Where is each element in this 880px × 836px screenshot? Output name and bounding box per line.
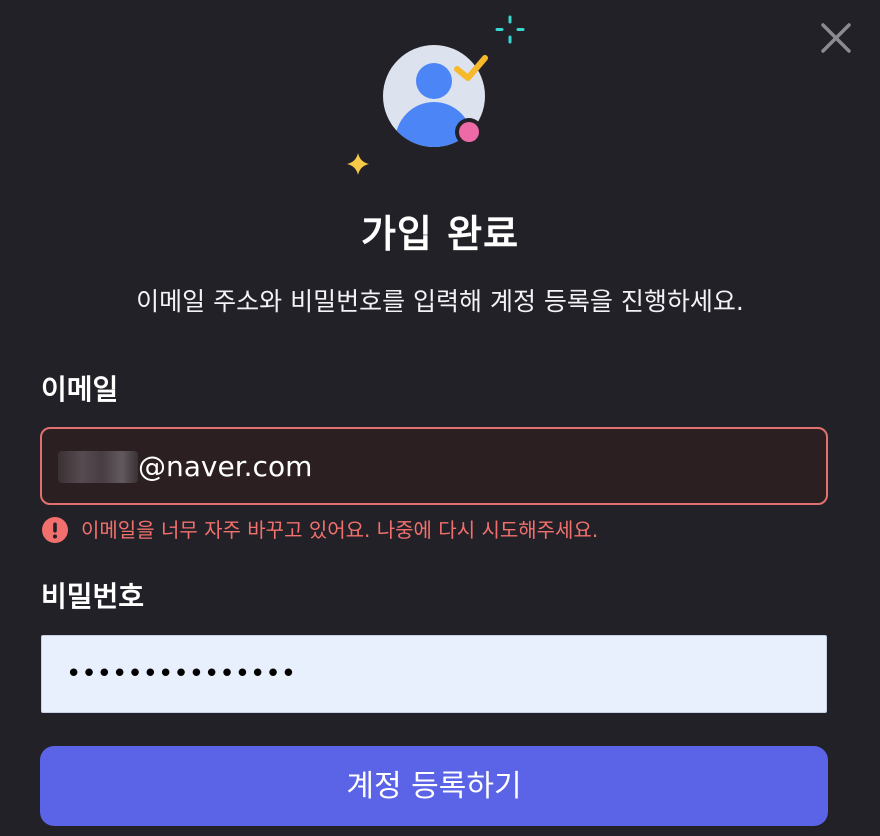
password-input[interactable]: •••••••••••••••: [41, 635, 827, 713]
password-masked-value: •••••••••••••••: [66, 659, 297, 689]
dialog-title: 가입 완료: [360, 212, 520, 256]
close-button[interactable]: [818, 20, 854, 56]
register-account-button[interactable]: 계정 등록하기: [40, 746, 828, 826]
password-label: 비밀번호: [41, 580, 145, 613]
user-avatar-illustration: [330, 10, 540, 190]
email-error-text: 이메일을 너무 자주 바꾸고 있어요. 나중에 다시 시도해주세요.: [81, 518, 599, 542]
user-avatar-icon: [347, 15, 525, 175]
dialog-subtitle: 이메일 주소와 비밀번호를 입력해 계정 등록을 진행하세요.: [136, 287, 744, 316]
exclamation-circle-icon: [42, 517, 68, 543]
yellow-sparkle-icon: [347, 153, 369, 175]
email-error-message: 이메일을 너무 자주 바꾸고 있어요. 나중에 다시 시도해주세요.: [41, 514, 598, 546]
close-icon: [821, 23, 851, 53]
email-input[interactable]: @naver.com: [40, 427, 828, 505]
signup-complete-dialog: 가입 완료 이메일 주소와 비밀번호를 입력해 계정 등록을 진행하세요. 이메…: [0, 0, 880, 836]
email-value: @naver.com: [138, 450, 313, 483]
email-label: 이메일: [41, 373, 119, 406]
email-redacted-blur: [58, 451, 138, 483]
teal-sparkle-icon: [495, 15, 525, 44]
